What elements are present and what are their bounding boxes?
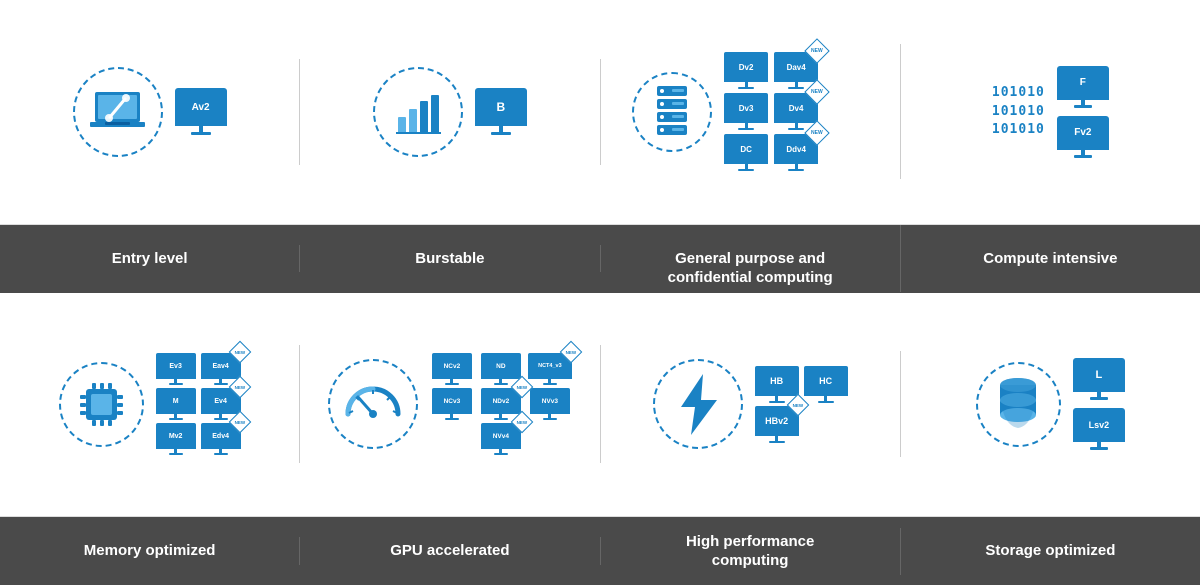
- memory-optimized-section: Ev3 Eav4 NEW M E: [0, 345, 300, 463]
- general-purpose-section: Dv2 Dav4 NEW Dv3: [601, 44, 901, 179]
- gpu-accelerated-text: GPU accelerated: [390, 542, 509, 559]
- memory-monitors: Ev3 Eav4 NEW M E: [156, 353, 241, 455]
- dv3-monitor: Dv3: [724, 93, 768, 130]
- general-purpose-text: General purpose andconfidential computin…: [668, 250, 833, 287]
- label-entry-level: Entry level: [0, 245, 300, 273]
- gpu-icon-circle: [328, 359, 418, 449]
- server-icon: [652, 84, 692, 139]
- entry-level-icon-circle: [73, 67, 163, 157]
- burstable-text: Burstable: [415, 250, 484, 267]
- hc-monitor: HC: [804, 366, 848, 403]
- gpu-monitors: NCv2 ND NCT4_v3 NEW: [430, 353, 572, 455]
- label-general-purpose: General purpose andconfidential computin…: [601, 225, 901, 292]
- l-monitor: L: [1073, 358, 1125, 400]
- dc-monitor: DC: [724, 134, 768, 171]
- speedometer-icon: [338, 369, 408, 439]
- f-monitor: F: [1057, 66, 1109, 108]
- barchart-icon: [393, 87, 443, 137]
- top-icons-row: Av2 B: [0, 0, 1200, 225]
- fv2-monitor: Fv2: [1057, 116, 1109, 158]
- general-purpose-icon-circle: [632, 72, 712, 152]
- hbv2-monitor: HBv2 NEW: [755, 406, 799, 443]
- ncv2-monitor: NCv2: [430, 353, 474, 385]
- top-label-row: Entry level Burstable General purpose an…: [0, 225, 1200, 293]
- burstable-icon-circle: [373, 67, 463, 157]
- database-icon: [993, 375, 1043, 433]
- nvv3-monitor: NVv3: [528, 388, 572, 420]
- m-monitor: M: [156, 388, 196, 420]
- label-high-performance: High performancecomputing: [601, 528, 901, 575]
- compute-intensive-section: 101010101010101010 F Fv2: [901, 58, 1200, 166]
- storage-optimized-section: L Lsv2: [901, 350, 1200, 458]
- laptop-icon: [90, 89, 145, 134]
- hpc-monitors: HB HC HBv2 NEW: [755, 366, 848, 443]
- hpc-section: HB HC HBv2 NEW: [601, 351, 901, 457]
- hb-monitor: HB: [755, 366, 799, 403]
- bottom-icons-row: Ev3 Eav4 NEW M E: [0, 293, 1200, 518]
- high-performance-text: High performancecomputing: [686, 533, 814, 570]
- label-storage-optimized: Storage optimized: [901, 537, 1200, 565]
- label-compute-intensive: Compute intensive: [901, 245, 1200, 273]
- entry-level-text: Entry level: [112, 250, 188, 267]
- dv2-monitor: Dv2: [724, 52, 768, 89]
- ncv3-monitor: NCv3: [430, 388, 474, 420]
- mv2-monitor: Mv2: [156, 423, 196, 455]
- compute-intensive-text: Compute intensive: [983, 250, 1117, 267]
- ddv4-monitor: Ddv4 NEW: [774, 134, 818, 171]
- binary-display: 101010101010101010: [992, 84, 1045, 139]
- label-burstable: Burstable: [300, 245, 600, 273]
- lightning-icon: [673, 372, 723, 437]
- chip-icon: [74, 377, 129, 432]
- b-monitor: B: [475, 88, 527, 135]
- nct4v3-monitor: NCT4_v3 NEW: [528, 353, 572, 385]
- memory-optimized-text: Memory optimized: [84, 542, 216, 559]
- av2-monitor: Av2: [175, 88, 227, 135]
- label-memory-optimized: Memory optimized: [0, 537, 300, 565]
- storage-optimized-text: Storage optimized: [985, 542, 1115, 559]
- lsv2-monitor: Lsv2: [1073, 408, 1125, 450]
- hpc-icon-circle: [653, 359, 743, 449]
- label-gpu-accelerated: GPU accelerated: [300, 537, 600, 565]
- main-container: Av2 B: [0, 0, 1200, 585]
- memory-icon-circle: [59, 362, 144, 447]
- storage-icon-circle: [976, 362, 1061, 447]
- gpu-accelerated-section: NCv2 ND NCT4_v3 NEW: [300, 345, 600, 463]
- entry-level-section: Av2: [0, 59, 300, 165]
- bottom-label-row: Memory optimized GPU accelerated High pe…: [0, 517, 1200, 585]
- nvv4-monitor: NVv4 NEW: [479, 423, 523, 455]
- edv4-monitor: Edv4 NEW: [201, 423, 241, 455]
- ev3-monitor: Ev3: [156, 353, 196, 385]
- compute-monitors: F Fv2: [1057, 66, 1109, 158]
- storage-monitors: L Lsv2: [1073, 358, 1125, 450]
- burstable-section: B: [300, 59, 600, 165]
- general-purpose-monitors: Dv2 Dav4 NEW Dv3: [724, 52, 868, 171]
